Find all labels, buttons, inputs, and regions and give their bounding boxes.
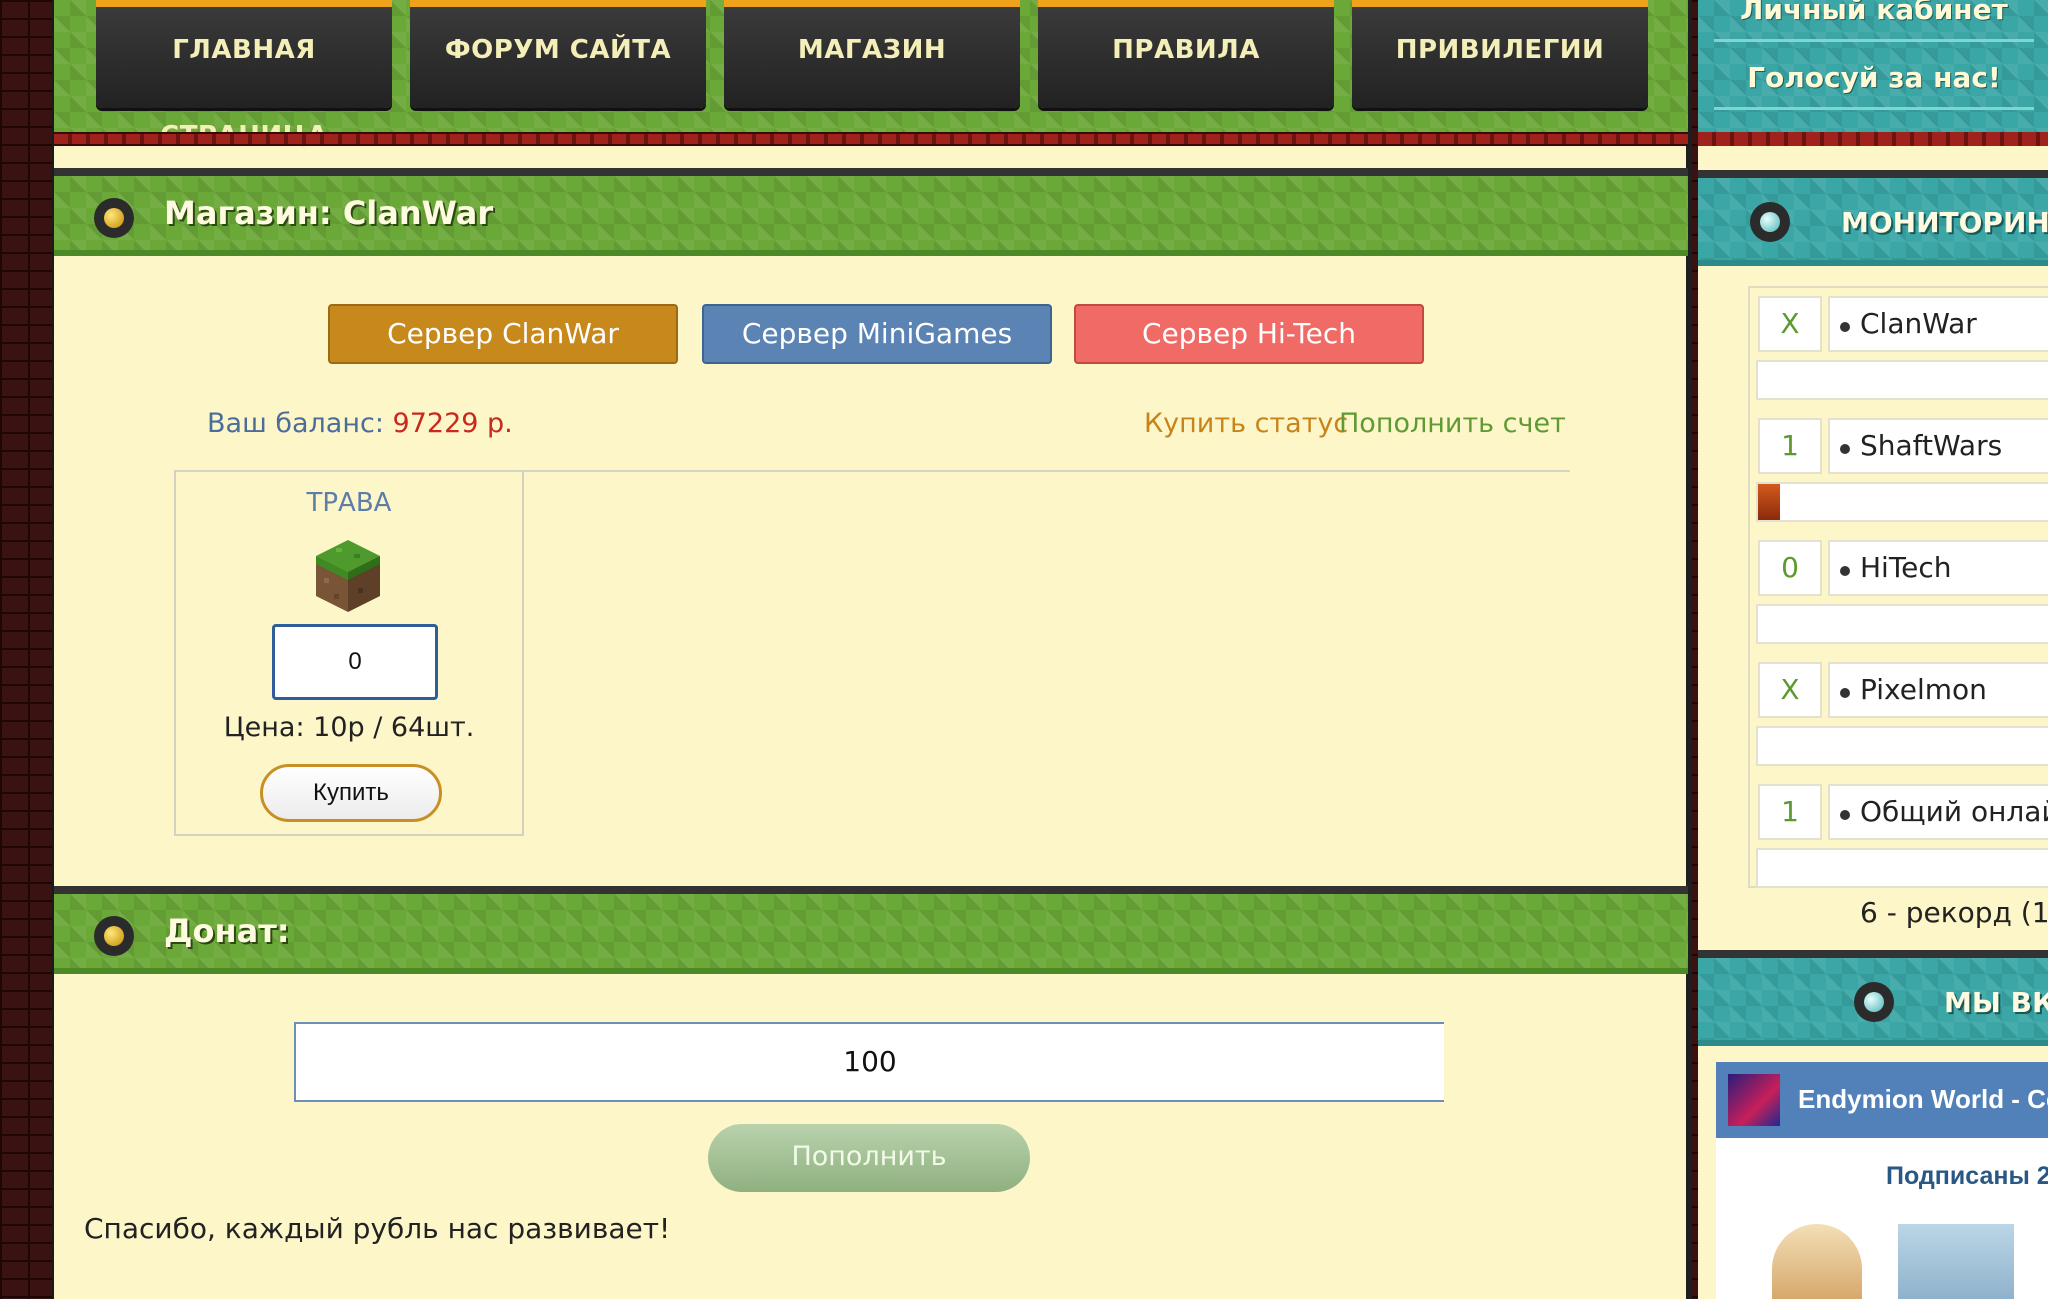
sidebar-top: Личный кабинет Голосуй за нас! [1698, 0, 2048, 132]
subscriber-avatar[interactable] [1772, 1224, 1862, 1299]
server-online-count: 1 [1758, 784, 1822, 840]
nav-shop[interactable]: МАГАЗИН [724, 0, 1020, 108]
server-online-count: 0 [1758, 540, 1822, 596]
server-name: HiTech [1828, 540, 2048, 596]
server-load-bar [1756, 726, 2048, 766]
monitoring-list: X ClanWar 1 ShaftWars 0 HiTech X Pixelmo… [1748, 286, 2048, 888]
vk-widget-body: Подписаны 2 [1716, 1138, 2048, 1299]
server-name: Общий онлайн [1828, 784, 2048, 840]
buy-button[interactable]: Купить [260, 764, 442, 822]
server-load-bar [1756, 848, 2048, 888]
donate-header: Донат: [54, 886, 1688, 974]
shop-header: Магазин: ClanWar [54, 168, 1688, 256]
sidebar: Личный кабинет Голосуй за нас! МОНИТОРИН… [1698, 0, 2048, 1299]
nav-privileges[interactable]: ПРИВИЛЕГИИ [1352, 0, 1648, 108]
server-online-count: X [1758, 296, 1822, 352]
personal-account-link[interactable]: Личный кабинет [1714, 0, 2034, 42]
server-clanwar-button[interactable]: Сервер ClanWar [328, 304, 678, 364]
donate-amount-input[interactable]: 100 [294, 1022, 1444, 1102]
top-navigation: ГЛАВНАЯ СТРАНИЦА ФОРУМ САЙТА МАГАЗИН ПРА… [54, 0, 1688, 151]
balance: Ваш баланс: 97229 р. [207, 408, 513, 439]
monitoring-title: МОНИТОРИНГ НА [1841, 206, 2048, 239]
server-load-fill [1758, 484, 1780, 520]
balance-label: Ваш баланс: [207, 408, 384, 439]
buy-status-link[interactable]: Купить статус [1144, 408, 1348, 439]
vk-section-title: МЫ ВКО [1944, 986, 2048, 1019]
server-status-row: X ClanWar [1750, 288, 2048, 406]
topup-account-link[interactable]: Пополнить счет [1339, 408, 1566, 439]
server-online-count: X [1758, 662, 1822, 718]
server-load-bar [1756, 482, 2048, 522]
vk-group-name[interactable]: Endymion World - Се [1798, 1084, 2048, 1115]
shop-title: Магазин: ClanWar [164, 194, 494, 232]
main-content: ГЛАВНАЯ СТРАНИЦА ФОРУМ САЙТА МАГАЗИН ПРА… [52, 0, 1692, 1299]
vk-widget-header[interactable]: Endymion World - Се [1716, 1062, 2048, 1138]
donate-submit-button[interactable]: Пополнить [708, 1124, 1030, 1192]
brick-divider [1698, 132, 2048, 146]
bullet-icon [94, 916, 134, 956]
server-load-bar [1756, 604, 2048, 644]
grass-block-icon [316, 540, 380, 612]
vk-header: МЫ ВКО [1698, 950, 2048, 1046]
vk-group-avatar [1728, 1074, 1780, 1126]
server-online-count: 1 [1758, 418, 1822, 474]
item-name: ТРАВА [306, 488, 392, 518]
server-hitech-button[interactable]: Сервер Hi-Tech [1074, 304, 1424, 364]
bullet-icon [94, 198, 134, 238]
donate-thanks-text: Спасибо, каждый рубль нас развивает! [84, 1212, 671, 1245]
donate-title: Донат: [164, 912, 290, 950]
server-status-row: 1 Общий онлайн [1750, 776, 2048, 894]
server-name: ShaftWars [1828, 418, 2048, 474]
server-minigames-button[interactable]: Сервер MiniGames [702, 304, 1052, 364]
server-name: Pixelmon [1828, 662, 2048, 718]
balance-value: 97229 р. [392, 408, 513, 439]
bullet-icon [1854, 982, 1894, 1022]
subscriber-avatar[interactable] [1898, 1224, 2014, 1299]
quantity-input[interactable]: 0 [272, 624, 438, 700]
brick-divider [54, 132, 1688, 146]
vk-subscribers: Подписаны 2 [1886, 1162, 2048, 1190]
vote-link[interactable]: Голосуй за нас! [1714, 52, 2034, 110]
server-status-row: X Pixelmon [1750, 654, 2048, 772]
item-price: Цена: 10р / 64шт. [223, 712, 475, 743]
online-record: 6 - рекорд (14 ф [1860, 896, 2048, 929]
bullet-icon [1750, 202, 1790, 242]
server-load-bar [1756, 360, 2048, 400]
nav-rules[interactable]: ПРАВИЛА [1038, 0, 1334, 108]
nav-home[interactable]: ГЛАВНАЯ СТРАНИЦА [96, 0, 392, 151]
server-name: ClanWar [1828, 296, 2048, 352]
shop-item-card: ТРАВА 0 Цена: 10р / 64шт. Купить [174, 470, 524, 836]
server-status-row: 0 HiTech [1750, 532, 2048, 650]
server-status-row: 1 ShaftWars [1750, 410, 2048, 528]
monitoring-header: МОНИТОРИНГ НА [1698, 170, 2048, 266]
nav-forum[interactable]: ФОРУМ САЙТА [410, 0, 706, 108]
